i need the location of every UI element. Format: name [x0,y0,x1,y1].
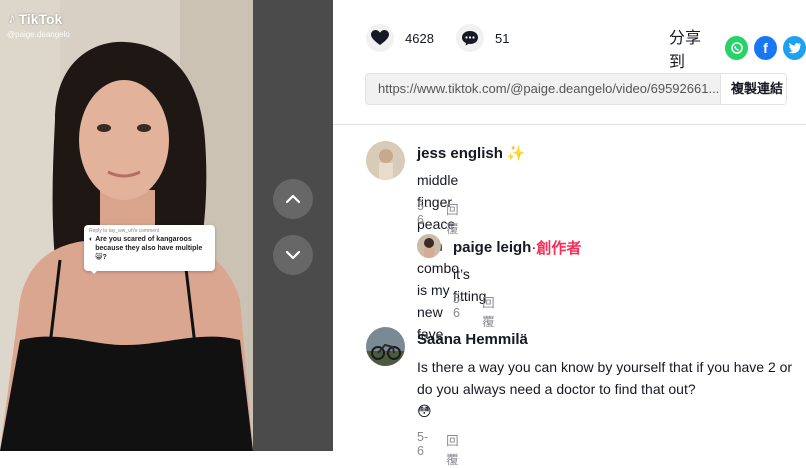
comment-meta: 5-6 回覆 [417,199,459,237]
comment-date: 5-6 [453,292,465,320]
creator-badge: 創作者 [536,240,582,257]
facebook-icon[interactable]: f [754,36,778,60]
comment-stat[interactable]: 51 [456,24,509,52]
whatsapp-icon[interactable] [725,36,749,60]
sparkle-emoji: ✨ [506,145,526,162]
user-avatar-icon: ◐ [89,236,94,243]
comment-body: Is there a way you can know by yourself … [417,359,793,397]
comment-text: Is there a way you can know by yourself … [417,356,802,422]
like-count: 4628 [405,30,434,46]
copy-link-button[interactable]: 複製連結 [720,74,786,104]
avatar[interactable] [417,234,441,258]
divider [333,124,806,125]
reply-sticker-text: Are you scared of kangaroos because they… [95,236,203,261]
comment-button[interactable] [456,24,484,52]
brand-name: TikTok [18,10,63,27]
twitter-icon[interactable] [783,36,806,60]
comment-author-name[interactable]: Saana Hemmilä [417,331,528,348]
share-label: 分享到 [669,30,702,71]
video-username: @paige.deangelo [7,30,70,39]
next-video-button[interactable] [273,235,313,275]
reply-sticker-header: Reply to tay_ww_uh's comment [89,228,160,234]
chevron-up-icon [285,194,301,204]
reply-button[interactable]: 回覆 [446,199,459,237]
comment-author-name[interactable]: paige leigh [453,239,531,256]
video-frame: ♪ TikTok @paige.deangelo Reply to tay_ww… [0,0,253,451]
comment-author[interactable]: paige leigh · 創作者 [453,237,581,258]
video-link-field[interactable]: https://www.tiktok.com/@paige.deangelo/v… [366,74,720,104]
share-link-box: https://www.tiktok.com/@paige.deangelo/v… [365,73,787,105]
tiktok-logo: ♪ TikTok [8,10,62,27]
comment-author[interactable]: jess english ✨ [417,144,526,163]
previous-video-button[interactable] [273,179,313,219]
reply-sticker: Reply to tay_ww_uh's comment ◐ Are you s… [84,225,215,271]
reply-sticker-tail [88,268,100,274]
comment-meta: 5-6 回覆 [453,292,495,330]
comment-meta: 5-6 回覆 [417,430,459,468]
avatar[interactable] [366,327,405,366]
comment-count: 51 [495,30,510,46]
chevron-down-icon [285,250,301,260]
music-note-icon: ♪ [8,10,16,27]
like-stat[interactable]: 4628 [366,24,434,52]
video-player[interactable]: ♪ TikTok @paige.deangelo Reply to tay_ww… [0,0,333,451]
avatar[interactable] [366,141,405,180]
comment-date: 5-6 [417,430,429,458]
reply-button[interactable]: 回覆 [482,292,495,330]
like-button[interactable] [366,24,394,52]
reply-button[interactable]: 回覆 [446,430,459,468]
heart-icon [371,30,389,45]
info-panel: 4628 51 分享到 f https://www.tiktok.com/@pa… [333,0,806,467]
flushed-emoji: 😳 [417,403,432,419]
comment-author[interactable]: Saana Hemmilä [417,331,528,348]
comment-author-name[interactable]: jess english [417,145,503,162]
video-side-area [253,0,333,451]
comment-date: 5-6 [417,199,429,227]
share-bar: 分享到 f [669,24,806,72]
comment-bubble-icon [462,31,478,46]
